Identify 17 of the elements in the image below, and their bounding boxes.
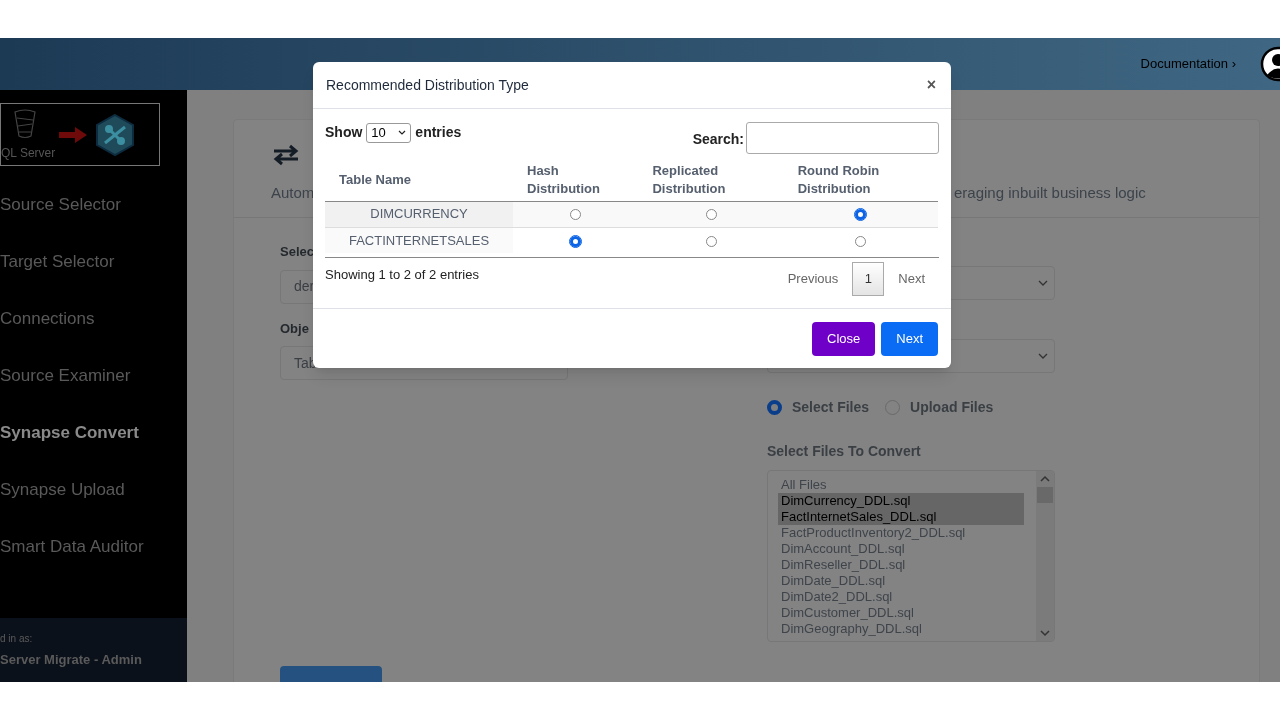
show-label: Show [325, 123, 363, 142]
source-label: QL Server [1, 145, 56, 162]
table-cell: FACTINTERNETSALES [325, 227, 513, 253]
user-name: Server Migrate - Admin [0, 650, 143, 669]
field-label: Selec [280, 243, 314, 261]
logged-in-caption: d in as: [0, 631, 34, 646]
modal-title: Recommended Distribution Type [326, 75, 530, 95]
description-text: Autom [271, 183, 315, 203]
description-text: eraging inbuilt business logic [954, 183, 1146, 203]
search-label: Search: [692, 129, 744, 149]
entries-label: entries [415, 123, 462, 142]
radio-label: Upload Files [910, 398, 994, 417]
table-cell: DIMCURRENCY [325, 201, 513, 227]
radio-label: Select Files [792, 398, 870, 417]
field-label: Obje [280, 319, 309, 338]
table-info: Showing 1 to 2 of 2 entries [325, 266, 479, 285]
field-label: Select Files To Convert [767, 442, 922, 461]
